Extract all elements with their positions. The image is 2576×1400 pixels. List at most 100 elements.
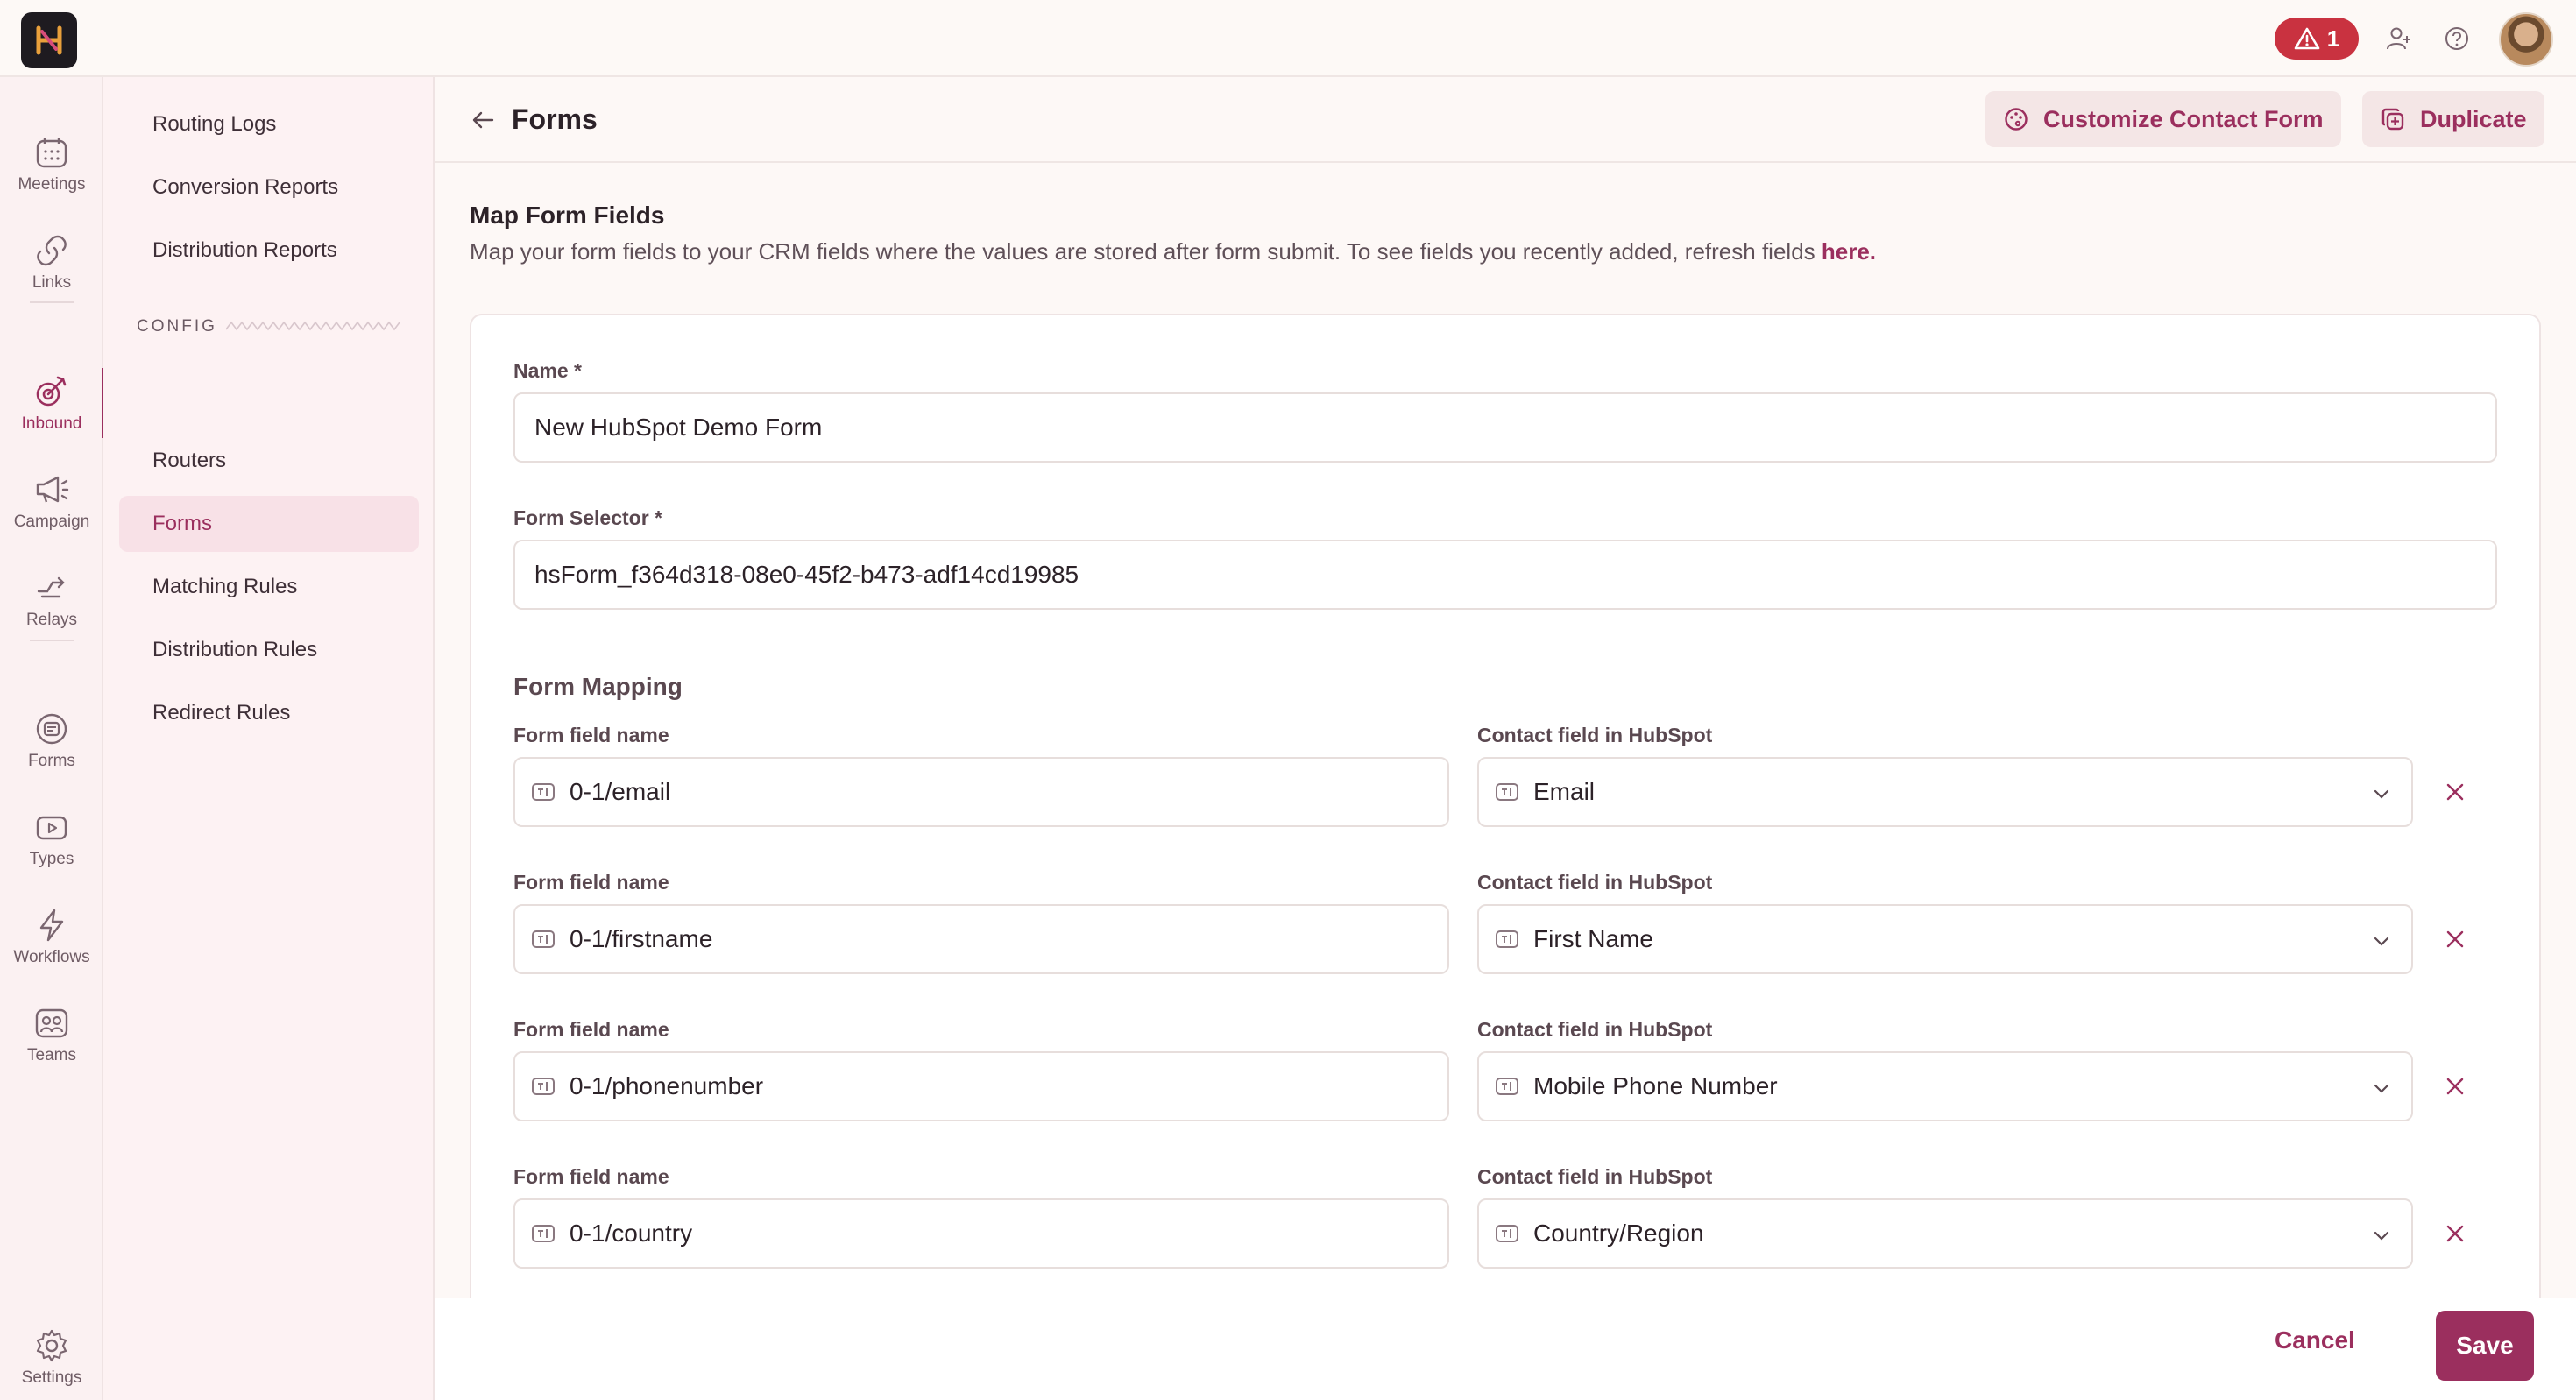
rail-label-links: Links <box>32 273 72 292</box>
rail-label-teams: Teams <box>27 1046 76 1064</box>
chevron-down-icon <box>2374 1231 2389 1241</box>
contact-field-label: Contact field in HubSpot <box>1477 871 1713 894</box>
contact-field-select[interactable]: Mobile Phone Number <box>1477 1051 2413 1121</box>
contact-field-value: First Name <box>1533 925 1653 952</box>
rail-label-forms: Forms <box>28 752 75 770</box>
app-logo[interactable] <box>21 12 77 68</box>
help-icon <box>2445 27 2468 50</box>
lightning-icon <box>39 909 64 942</box>
form-field-name-input[interactable]: 0-1/firstname <box>513 904 1449 974</box>
duplicate-button[interactable]: Duplicate <box>2362 91 2544 147</box>
form-field-name-input[interactable]: 0-1/country <box>513 1198 1449 1269</box>
rail-item-workflows[interactable]: Workflows <box>0 895 103 979</box>
rail-divider <box>30 640 74 641</box>
rail-item-types[interactable]: Types <box>0 797 103 881</box>
rail-divider <box>30 301 74 303</box>
inbound-icon <box>36 376 67 407</box>
add-user-button[interactable] <box>2381 21 2417 56</box>
help-button[interactable] <box>2439 21 2474 56</box>
rail-label-inbound: Inbound <box>21 414 82 433</box>
duplicate-icon <box>2381 108 2404 131</box>
remove-mapping-button[interactable] <box>2438 922 2473 957</box>
subnav-item-distribution-reports[interactable]: Distribution Reports <box>119 223 419 279</box>
logo-icon <box>36 25 62 55</box>
close-icon <box>2446 1078 2464 1095</box>
refresh-fields-link[interactable]: here. <box>1822 238 1876 265</box>
name-input[interactable]: New HubSpot Demo Form <box>513 392 2497 463</box>
form-field-name-input[interactable]: 0-1/phonenumber <box>513 1051 1449 1121</box>
subnav-item-redirect-rules[interactable]: Redirect Rules <box>119 685 419 741</box>
rail-label-relays: Relays <box>25 611 78 629</box>
avatar[interactable] <box>2499 12 2553 67</box>
form-field-name-label: Form field name <box>513 1018 669 1041</box>
text-field-icon <box>531 1223 556 1244</box>
cancel-button[interactable]: Cancel <box>2275 1326 2355 1354</box>
warning-icon <box>2294 27 2320 50</box>
rail-label-types: Types <box>29 850 74 868</box>
text-field-icon <box>1495 1076 1519 1097</box>
rail-item-meetings[interactable]: Meetings <box>0 123 103 207</box>
subnav-item-routing-logs[interactable]: Routing Logs <box>119 96 419 152</box>
relay-icon <box>37 576 65 598</box>
rail-item-campaign[interactable]: Campaign <box>0 459 103 543</box>
sub-navigation: Routing Logs Conversion Reports Distribu… <box>103 77 435 1400</box>
palette-icon <box>2005 108 2028 131</box>
subnav-item-routers[interactable]: Routers <box>119 433 419 489</box>
config-heading: CONFIG <box>137 317 217 336</box>
rail-item-links[interactable]: Links <box>0 221 103 305</box>
subnav-item-conversion-reports[interactable]: Conversion Reports <box>119 159 419 216</box>
remove-mapping-button[interactable] <box>2438 1216 2473 1251</box>
remove-mapping-button[interactable] <box>2438 774 2473 810</box>
subnav-item-matching-rules[interactable]: Matching Rules <box>119 559 419 615</box>
customize-contact-form-button[interactable]: Customize Contact Form <box>1985 91 2341 147</box>
teams-icon <box>35 1008 68 1038</box>
contact-field-value: Mobile Phone Number <box>1533 1072 1778 1099</box>
top-bar: 1 <box>0 0 2576 77</box>
rail-item-forms[interactable]: Forms <box>0 699 103 783</box>
contact-field-select[interactable]: Country/Region <box>1477 1198 2413 1269</box>
text-field-icon <box>531 781 556 803</box>
icon-rail: Meetings Links Inbound Campaign Relays F… <box>0 77 105 1400</box>
rail-item-relays[interactable]: Relays <box>0 557 103 641</box>
chevron-down-icon <box>2374 789 2389 799</box>
subnav-item-distribution-rules[interactable]: Distribution Rules <box>119 622 419 678</box>
name-label: Name * <box>513 359 582 382</box>
alert-badge[interactable]: 1 <box>2275 18 2359 60</box>
alert-count: 1 <box>2326 25 2340 52</box>
rail-label-workflows: Workflows <box>13 948 90 966</box>
contact-field-label: Contact field in HubSpot <box>1477 1018 1713 1041</box>
chevron-down-icon <box>2374 1084 2389 1093</box>
forms-icon <box>36 713 67 745</box>
text-field-icon <box>1495 1223 1519 1244</box>
contact-field-select[interactable]: First Name <box>1477 904 2413 974</box>
rail-label-campaign: Campaign <box>13 513 90 531</box>
form-field-name-value: 0-1/phonenumber <box>570 1072 764 1099</box>
contact-field-value: Country/Region <box>1533 1220 1704 1247</box>
rail-item-settings[interactable]: Settings <box>0 1316 103 1400</box>
section-description: Map your form fields to your CRM fields … <box>470 238 1876 265</box>
calendar-icon <box>36 138 67 168</box>
subnav-item-forms[interactable]: Forms <box>119 496 419 552</box>
form-selector-input[interactable]: hsForm_f364d318-08e0-45f2-b473-adf14cd19… <box>513 540 2497 610</box>
form-field-name-label: Form field name <box>513 871 669 894</box>
rail-item-teams[interactable]: Teams <box>0 993 103 1078</box>
chevron-down-icon <box>2374 937 2389 946</box>
video-icon <box>36 816 67 840</box>
text-field-icon <box>1495 929 1519 950</box>
zigzag-divider <box>226 321 400 331</box>
form-field-name-label: Form field name <box>513 724 669 746</box>
contact-field-select[interactable]: Email <box>1477 757 2413 827</box>
main-content: Forms Customize Contact Form Duplicate M… <box>435 77 2576 1400</box>
remove-mapping-button[interactable] <box>2438 1069 2473 1104</box>
form-card: Name * New HubSpot Demo Form Form Select… <box>470 314 2541 1400</box>
page-header: Forms Customize Contact Form Duplicate <box>435 77 2576 163</box>
back-button[interactable] <box>470 107 496 138</box>
save-button[interactable]: Save <box>2436 1311 2534 1381</box>
form-field-name-value: 0-1/firstname <box>570 925 713 952</box>
customize-label: Customize Contact Form <box>2043 105 2324 132</box>
form-field-name-input[interactable]: 0-1/email <box>513 757 1449 827</box>
form-field-name-label: Form field name <box>513 1165 669 1188</box>
rail-item-inbound[interactable]: Inbound <box>0 361 105 445</box>
footer-actions: Cancel Save <box>435 1298 2576 1400</box>
text-field-icon <box>531 929 556 950</box>
